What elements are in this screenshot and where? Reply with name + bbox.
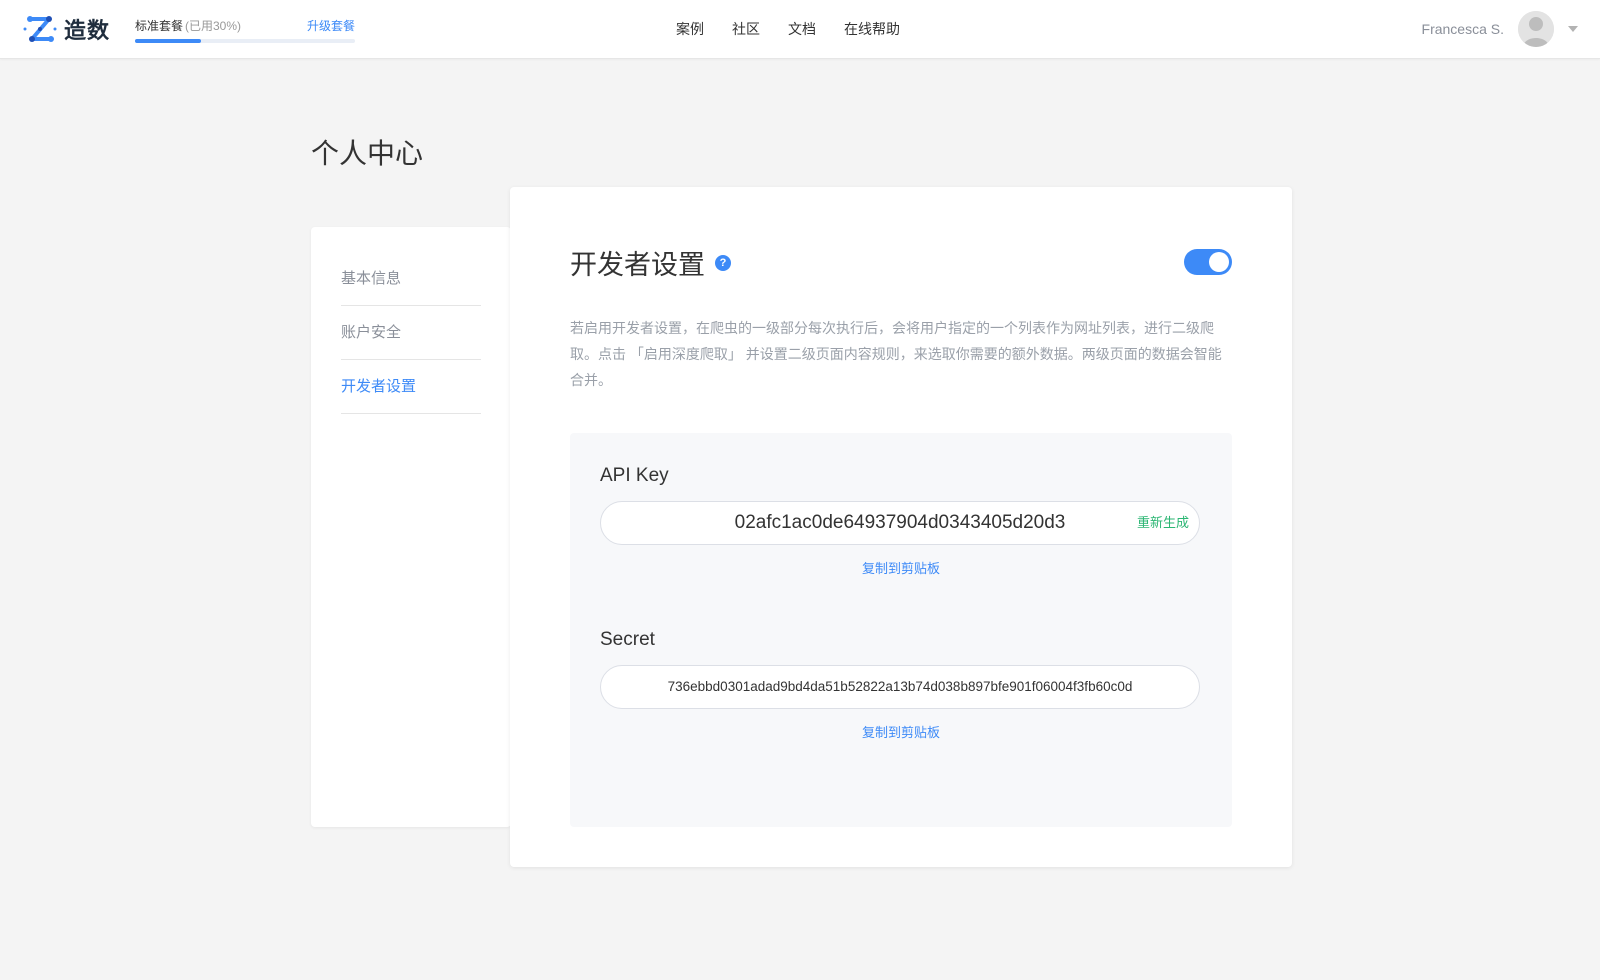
secret-field[interactable]: 736ebbd0301adad9bd4da51b52822a13b74d038b… <box>600 665 1200 709</box>
settings-menu: 基本信息 账户安全 开发者设置 <box>341 252 481 414</box>
api-key-label: API Key <box>600 465 669 486</box>
nav-item-help[interactable]: 在线帮助 <box>844 19 900 39</box>
regenerate-button[interactable]: 重新生成 <box>1127 502 1199 544</box>
api-key-field[interactable]: 02afc1ac0de64937904d0343405d20d3 重新生成 <box>600 501 1200 545</box>
main-nav: 案例 社区 文档 在线帮助 <box>676 0 928 58</box>
section-title-text: 开发者设置 <box>570 250 705 280</box>
secret-value: 736ebbd0301adad9bd4da51b52822a13b74d038b… <box>667 679 1133 694</box>
toggle-knob <box>1209 252 1229 272</box>
user-menu[interactable]: Francesca S. <box>1422 11 1578 47</box>
copy-api-key-link[interactable]: 复制到剪贴板 <box>570 558 1232 577</box>
zaoshu-logo-icon <box>22 11 58 47</box>
question-icon[interactable]: ? <box>715 254 731 271</box>
nav-item-cases[interactable]: 案例 <box>676 19 704 39</box>
top-navbar: 造数 标准套餐 (已用30%) 升级套餐 案例 社区 文档 在线帮助 France… <box>0 0 1600 59</box>
avatar-icon[interactable] <box>1518 11 1554 47</box>
plan-usage-text: (已用30%) <box>185 19 242 33</box>
brand-name: 造数 <box>64 18 111 43</box>
secret-label: Secret <box>600 629 655 650</box>
caret-down-icon[interactable] <box>1568 26 1578 32</box>
plan-usage-bar-fill <box>135 39 201 43</box>
upgrade-plan-link[interactable]: 升级套餐 <box>307 17 355 34</box>
api-key-value: 02afc1ac0de64937904d0343405d20d3 <box>734 512 1066 533</box>
plan-usage-widget: 标准套餐 (已用30%) 升级套餐 <box>135 17 355 43</box>
developer-description: 若启用开发者设置，在爬虫的一级部分每次执行后，会将用户指定的一个列表作为网址列表… <box>570 320 1222 388</box>
plan-name: 标准套餐 <box>135 19 184 33</box>
copy-secret-link[interactable]: 复制到剪贴板 <box>570 722 1232 741</box>
user-name: Francesca S. <box>1421 21 1504 37</box>
developer-mode-toggle[interactable] <box>1184 249 1232 275</box>
page-title: 个人中心 <box>311 138 424 169</box>
plan-usage-bar <box>135 39 355 43</box>
credentials-panel: API Key 02afc1ac0de64937904d0343405d20d3… <box>570 433 1232 827</box>
developer-settings-card: 开发者设置 ? 若启用开发者设置，在爬虫的一级部分每次执行后，会将用户指定的一个… <box>510 187 1292 867</box>
section-title: 开发者设置 ? <box>570 243 731 282</box>
settings-sidebar: 基本信息 账户安全 开发者设置 <box>311 227 511 827</box>
sidebar-item-account-security[interactable]: 账户安全 <box>341 306 481 360</box>
nav-item-community[interactable]: 社区 <box>732 19 760 39</box>
sidebar-item-basic-info[interactable]: 基本信息 <box>341 252 481 306</box>
brand-logo[interactable]: 造数 <box>22 10 110 48</box>
sidebar-item-developer-settings[interactable]: 开发者设置 <box>341 360 481 414</box>
nav-item-docs[interactable]: 文档 <box>788 19 816 39</box>
